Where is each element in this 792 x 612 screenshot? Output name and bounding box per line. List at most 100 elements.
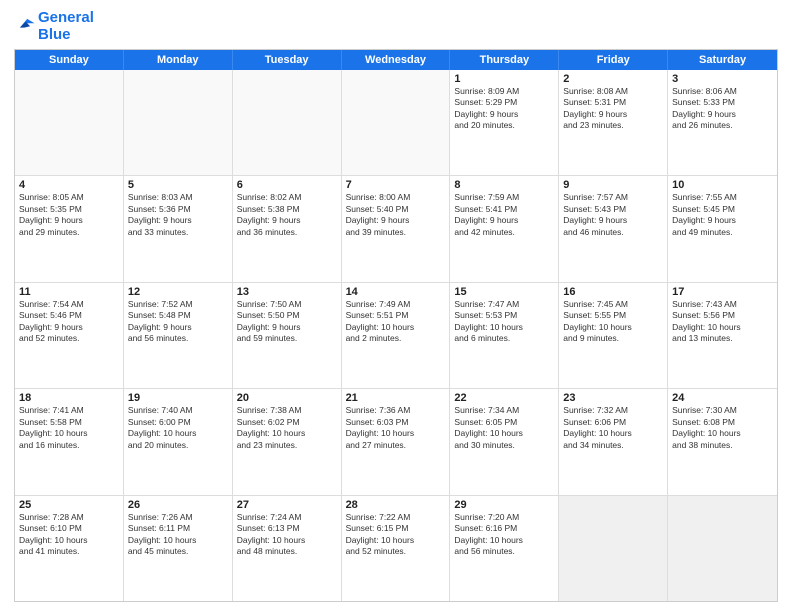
calendar-cell-r4-c0: 25Sunrise: 7:28 AMSunset: 6:10 PMDayligh… <box>15 496 124 601</box>
calendar-cell-r3-c0: 18Sunrise: 7:41 AMSunset: 5:58 PMDayligh… <box>15 389 124 494</box>
cell-line: Daylight: 10 hours <box>19 535 119 546</box>
cell-line: Sunrise: 7:22 AM <box>346 512 446 523</box>
calendar-header: SundayMondayTuesdayWednesdayThursdayFrid… <box>15 50 777 70</box>
day-number: 6 <box>237 179 337 191</box>
cell-line: Sunrise: 7:57 AM <box>563 192 663 203</box>
calendar-cell-r1-c4: 8Sunrise: 7:59 AMSunset: 5:41 PMDaylight… <box>450 176 559 281</box>
cell-line: Sunset: 5:51 PM <box>346 310 446 321</box>
cell-line: and 30 minutes. <box>454 440 554 451</box>
cell-line: and 2 minutes. <box>346 333 446 344</box>
day-number: 3 <box>672 73 773 85</box>
cell-line: and 41 minutes. <box>19 546 119 557</box>
calendar-cell-r3-c5: 23Sunrise: 7:32 AMSunset: 6:06 PMDayligh… <box>559 389 668 494</box>
cell-line: Sunset: 6:16 PM <box>454 523 554 534</box>
cell-line: Daylight: 10 hours <box>563 428 663 439</box>
cell-line: Sunset: 5:50 PM <box>237 310 337 321</box>
cell-line: Sunset: 6:10 PM <box>19 523 119 534</box>
logo-icon <box>14 13 36 35</box>
cell-line: Sunrise: 7:52 AM <box>128 299 228 310</box>
calendar-cell-r0-c4: 1Sunrise: 8:09 AMSunset: 5:29 PMDaylight… <box>450 70 559 175</box>
cell-line: and 56 minutes. <box>454 546 554 557</box>
day-number: 18 <box>19 392 119 404</box>
cell-line: and 39 minutes. <box>346 227 446 238</box>
calendar: SundayMondayTuesdayWednesdayThursdayFrid… <box>14 49 778 602</box>
cell-line: Sunset: 5:40 PM <box>346 204 446 215</box>
calendar-cell-r3-c1: 19Sunrise: 7:40 AMSunset: 6:00 PMDayligh… <box>124 389 233 494</box>
header-day-thursday: Thursday <box>450 50 559 70</box>
cell-line: and 13 minutes. <box>672 333 773 344</box>
day-number: 2 <box>563 73 663 85</box>
calendar-cell-r1-c3: 7Sunrise: 8:00 AMSunset: 5:40 PMDaylight… <box>342 176 451 281</box>
calendar-cell-r0-c6: 3Sunrise: 8:06 AMSunset: 5:33 PMDaylight… <box>668 70 777 175</box>
calendar-cell-r3-c2: 20Sunrise: 7:38 AMSunset: 6:02 PMDayligh… <box>233 389 342 494</box>
cell-line: Daylight: 9 hours <box>19 322 119 333</box>
logo: General Blue <box>14 10 94 43</box>
calendar-cell-r3-c4: 22Sunrise: 7:34 AMSunset: 6:05 PMDayligh… <box>450 389 559 494</box>
calendar-cell-r1-c2: 6Sunrise: 8:02 AMSunset: 5:38 PMDaylight… <box>233 176 342 281</box>
day-number: 28 <box>346 499 446 511</box>
cell-line: and 29 minutes. <box>19 227 119 238</box>
cell-line: Daylight: 10 hours <box>346 322 446 333</box>
cell-line: Sunset: 5:31 PM <box>563 97 663 108</box>
day-number: 12 <box>128 286 228 298</box>
cell-line: Sunset: 6:03 PM <box>346 417 446 428</box>
cell-line: Sunset: 5:43 PM <box>563 204 663 215</box>
cell-line: Sunset: 6:11 PM <box>128 523 228 534</box>
cell-line: Daylight: 9 hours <box>454 215 554 226</box>
cell-line: Sunset: 5:33 PM <box>672 97 773 108</box>
cell-line: Daylight: 10 hours <box>672 428 773 439</box>
cell-line: Daylight: 9 hours <box>672 109 773 120</box>
cell-line: and 33 minutes. <box>128 227 228 238</box>
cell-line: Daylight: 9 hours <box>346 215 446 226</box>
cell-line: Daylight: 10 hours <box>563 322 663 333</box>
day-number: 22 <box>454 392 554 404</box>
day-number: 15 <box>454 286 554 298</box>
cell-line: Sunset: 5:36 PM <box>128 204 228 215</box>
cell-line: Sunrise: 7:24 AM <box>237 512 337 523</box>
header-day-tuesday: Tuesday <box>233 50 342 70</box>
cell-line: Daylight: 10 hours <box>237 428 337 439</box>
calendar-cell-r2-c0: 11Sunrise: 7:54 AMSunset: 5:46 PMDayligh… <box>15 283 124 388</box>
calendar-cell-r1-c6: 10Sunrise: 7:55 AMSunset: 5:45 PMDayligh… <box>668 176 777 281</box>
cell-line: Sunset: 5:46 PM <box>19 310 119 321</box>
cell-line: and 20 minutes. <box>128 440 228 451</box>
cell-line: Daylight: 10 hours <box>454 322 554 333</box>
calendar-cell-r2-c4: 15Sunrise: 7:47 AMSunset: 5:53 PMDayligh… <box>450 283 559 388</box>
calendar-cell-r4-c6 <box>668 496 777 601</box>
cell-line: and 49 minutes. <box>672 227 773 238</box>
calendar-row-1: 4Sunrise: 8:05 AMSunset: 5:35 PMDaylight… <box>15 176 777 282</box>
cell-line: Sunset: 5:53 PM <box>454 310 554 321</box>
cell-line: Sunset: 5:56 PM <box>672 310 773 321</box>
cell-line: and 42 minutes. <box>454 227 554 238</box>
header-day-wednesday: Wednesday <box>342 50 451 70</box>
cell-line: Daylight: 10 hours <box>346 428 446 439</box>
cell-line: and 26 minutes. <box>672 120 773 131</box>
cell-line: Daylight: 10 hours <box>454 535 554 546</box>
calendar-cell-r2-c1: 12Sunrise: 7:52 AMSunset: 5:48 PMDayligh… <box>124 283 233 388</box>
calendar-cell-r2-c2: 13Sunrise: 7:50 AMSunset: 5:50 PMDayligh… <box>233 283 342 388</box>
cell-line: and 9 minutes. <box>563 333 663 344</box>
cell-line: and 48 minutes. <box>237 546 337 557</box>
calendar-cell-r4-c5 <box>559 496 668 601</box>
calendar-cell-r4-c1: 26Sunrise: 7:26 AMSunset: 6:11 PMDayligh… <box>124 496 233 601</box>
cell-line: Sunset: 6:05 PM <box>454 417 554 428</box>
day-number: 7 <box>346 179 446 191</box>
cell-line: Daylight: 9 hours <box>672 215 773 226</box>
day-number: 20 <box>237 392 337 404</box>
cell-line: Sunrise: 7:36 AM <box>346 405 446 416</box>
cell-line: Sunrise: 7:50 AM <box>237 299 337 310</box>
cell-line: Sunset: 6:15 PM <box>346 523 446 534</box>
calendar-row-3: 18Sunrise: 7:41 AMSunset: 5:58 PMDayligh… <box>15 389 777 495</box>
day-number: 1 <box>454 73 554 85</box>
cell-line: and 45 minutes. <box>128 546 228 557</box>
calendar-cell-r2-c6: 17Sunrise: 7:43 AMSunset: 5:56 PMDayligh… <box>668 283 777 388</box>
cell-line: Daylight: 10 hours <box>237 535 337 546</box>
cell-line: Daylight: 9 hours <box>563 109 663 120</box>
day-number: 29 <box>454 499 554 511</box>
day-number: 21 <box>346 392 446 404</box>
cell-line: Sunrise: 7:55 AM <box>672 192 773 203</box>
cell-line: and 23 minutes. <box>563 120 663 131</box>
cell-line: and 38 minutes. <box>672 440 773 451</box>
cell-line: Daylight: 10 hours <box>346 535 446 546</box>
cell-line: Sunrise: 7:59 AM <box>454 192 554 203</box>
